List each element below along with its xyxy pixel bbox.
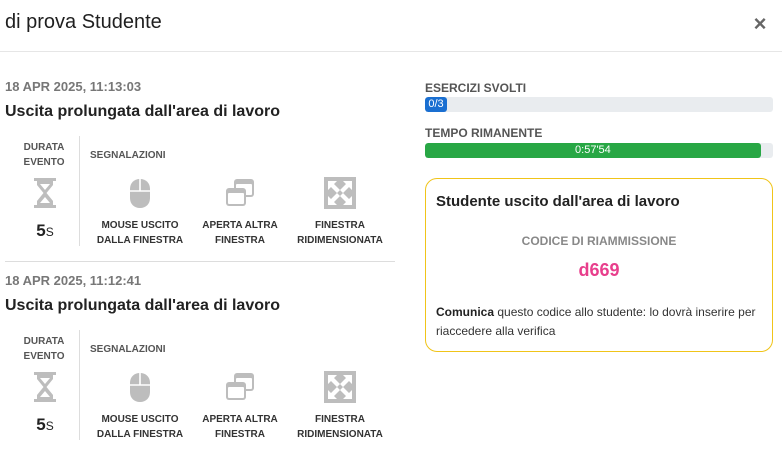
mouse-icon (130, 179, 150, 208)
duration-label-line2: EVENTO (23, 157, 65, 168)
modal-header: di prova Studente × (0, 0, 782, 52)
hourglass-icon (34, 178, 56, 208)
card-message-bold: Comunica (436, 305, 495, 319)
vertical-divider (79, 136, 80, 246)
event-timestamp: 18 APR 2025, 11:13:03 (5, 79, 142, 94)
duration-number: 5 (36, 415, 46, 434)
event-title: Uscita prolungata dall'area di lavoro (5, 103, 280, 120)
signal-label-line1: APERTA ALTRA (202, 414, 278, 425)
events-list: 18 APR 2025, 11:13:03 Uscita prolungata … (0, 52, 400, 451)
duration-value: 5S (16, 415, 74, 435)
signal-label-line1: MOUSE USCITO (101, 220, 179, 231)
vertical-divider (79, 330, 80, 440)
event-timestamp: 18 APR 2025, 11:12:41 (5, 273, 142, 288)
resize-icon (324, 371, 356, 403)
signal-label-line2: DALLA FINESTRA (96, 429, 184, 440)
close-button[interactable]: × (750, 12, 770, 36)
signal-label-line2: FINESTRA (215, 429, 265, 440)
hourglass-icon (34, 372, 56, 402)
signal-label: APERTA ALTRA FINESTRA (190, 218, 290, 248)
time-remaining-label: TEMPO RIMANENTE (425, 126, 543, 140)
windows-icon (226, 179, 254, 206)
resize-icon (324, 177, 356, 209)
duration-unit: S (45, 225, 54, 239)
signal-label-line1: APERTA ALTRA (202, 220, 278, 231)
duration-unit: S (45, 419, 54, 433)
modal-title: di prova Studente (5, 11, 162, 33)
exercises-progress-bar: 0/3 (425, 97, 773, 112)
duration-label: DURATA EVENTO (16, 334, 72, 364)
signals-label: SEGNALAZIONI (90, 344, 166, 355)
signal-label-line1: FINESTRA (315, 220, 365, 231)
signal-label-line2: RIDIMENSIONATA (297, 429, 383, 440)
time-remaining-bar: 0:57'54 (425, 143, 773, 158)
signal-label: FINESTRA RIDIMENSIONATA (290, 218, 390, 248)
status-panel: ESERCIZI SVOLTI 0/3 TEMPO RIMANENTE 0:57… (425, 52, 775, 451)
duration-number: 5 (36, 221, 46, 240)
signal-label: APERTA ALTRA FINESTRA (190, 412, 290, 442)
readmission-code: d669 (578, 260, 620, 280)
time-remaining-fill: 0:57'54 (425, 143, 761, 158)
signal-label-line2: FINESTRA (215, 235, 265, 246)
event-title: Uscita prolungata dall'area di lavoro (5, 297, 280, 314)
duration-label-line2: EVENTO (23, 351, 65, 362)
event-separator (5, 261, 395, 262)
card-title: Studente uscito dall'area di lavoro (436, 193, 680, 210)
card-message: Comunica questo codice allo studente: lo… (436, 303, 766, 341)
exercises-label: ESERCIZI SVOLTI (425, 81, 527, 95)
signals-label: SEGNALAZIONI (90, 150, 166, 161)
signal-label-line1: MOUSE USCITO (101, 414, 179, 425)
signal-label-line1: FINESTRA (315, 414, 365, 425)
exercises-progress-fill: 0/3 (425, 97, 447, 112)
windows-icon (226, 373, 254, 400)
mouse-icon (130, 373, 150, 402)
readmission-card: Studente uscito dall'area di lavoro CODI… (425, 178, 773, 352)
signal-label: FINESTRA RIDIMENSIONATA (290, 412, 390, 442)
signal-label: MOUSE USCITO DALLA FINESTRA (90, 412, 190, 442)
signal-label-line2: DALLA FINESTRA (96, 235, 184, 246)
signal-label-line2: RIDIMENSIONATA (297, 235, 383, 246)
duration-label-line1: DURATA (23, 142, 65, 153)
duration-label-line1: DURATA (23, 336, 65, 347)
duration-label: DURATA EVENTO (16, 140, 72, 170)
signal-label: MOUSE USCITO DALLA FINESTRA (90, 218, 190, 248)
duration-value: 5S (16, 221, 74, 241)
readmission-code-label: CODICE DI RIAMMISSIONE (521, 234, 677, 248)
